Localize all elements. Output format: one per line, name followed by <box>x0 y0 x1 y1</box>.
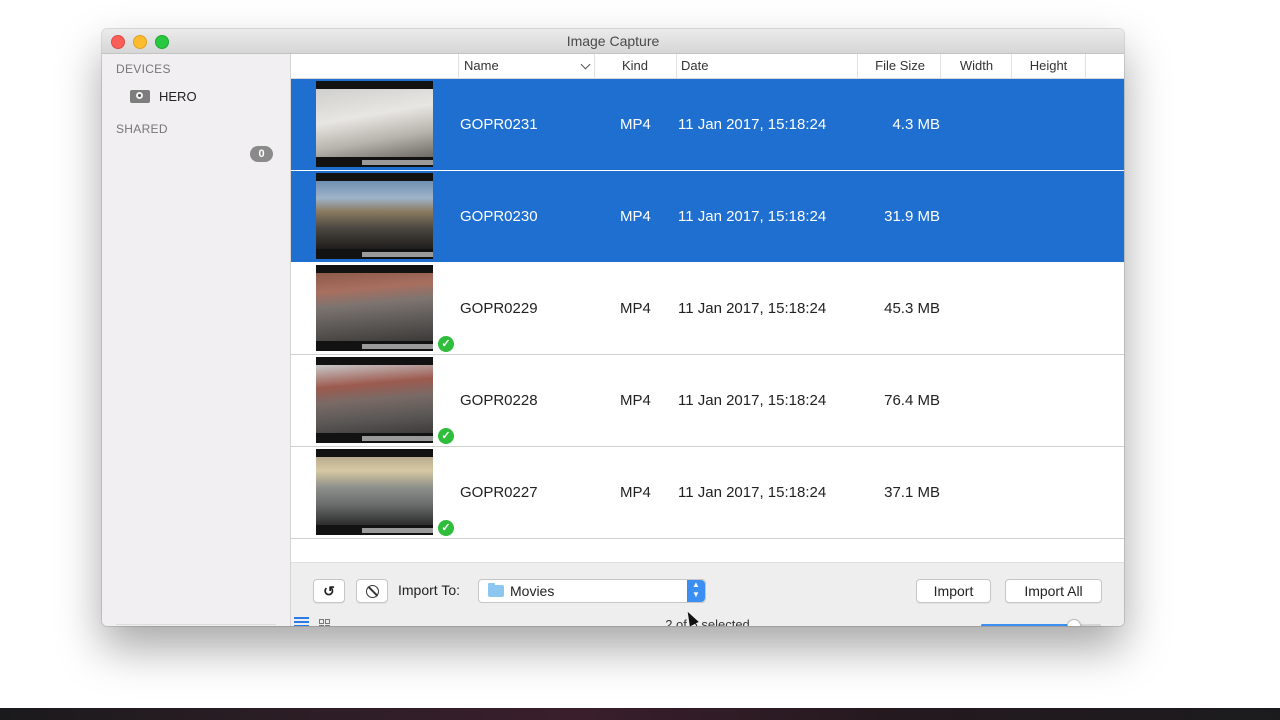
table-row[interactable]: ✓ GOPR0231 MP4 11 Jan 2017, 15:18:24 4.3… <box>291 79 1124 171</box>
column-height[interactable]: Height <box>1011 54 1086 78</box>
file-date: 11 Jan 2017, 15:18:24 <box>678 208 827 225</box>
delete-button[interactable] <box>356 579 388 603</box>
column-file-size-label: File Size <box>875 58 925 73</box>
sidebar-divider <box>116 624 276 625</box>
image-capture-window: Image Capture DEVICES HERO SHARED 0 Name… <box>102 29 1124 626</box>
column-name[interactable]: Name <box>458 54 595 78</box>
column-file-size[interactable]: File Size <box>857 54 941 78</box>
file-name: GOPR0230 <box>460 208 538 225</box>
file-browser: Name Kind Date File Size Width Height GO… <box>291 54 1124 626</box>
file-kind: MP4 <box>620 392 651 409</box>
imported-checkmark-icon: ✓ <box>438 336 454 352</box>
file-date: 11 Jan 2017, 15:18:24 <box>678 392 827 409</box>
file-date: 11 Jan 2017, 15:18:24 <box>678 116 827 133</box>
column-height-label: Height <box>1029 58 1068 73</box>
sidebar-item-label: HERO <box>159 88 197 104</box>
file-kind: MP4 <box>620 484 651 501</box>
sidebar: DEVICES HERO SHARED 0 <box>102 54 291 626</box>
imported-checkmark-icon: ✓ <box>438 428 454 444</box>
column-date[interactable]: Date <box>676 54 858 78</box>
video-thumbnail <box>316 357 433 443</box>
file-name: GOPR0228 <box>460 392 538 409</box>
table-row[interactable]: ✓ GOPR0228 MP4 11 Jan 2017, 15:18:24 76.… <box>291 355 1124 447</box>
rotate-icon: ↺ <box>323 583 335 599</box>
column-kind-label: Kind <box>622 58 649 73</box>
rotate-button[interactable]: ↺ <box>313 579 345 603</box>
column-header: Name Kind Date File Size Width Height <box>291 54 1124 79</box>
file-size: 45.3 MB <box>884 300 940 317</box>
import-button[interactable]: Import <box>916 579 991 603</box>
file-name: GOPR0227 <box>460 484 538 501</box>
column-width[interactable]: Width <box>940 54 1012 78</box>
file-size: 31.9 MB <box>884 208 940 225</box>
table-row[interactable]: ✓ GOPR0230 MP4 11 Jan 2017, 15:18:24 31.… <box>291 171 1124 263</box>
file-kind: MP4 <box>620 300 651 317</box>
imported-checkmark-icon: ✓ <box>438 520 454 536</box>
shared-count-badge: 0 <box>250 146 273 162</box>
folder-icon <box>488 583 504 597</box>
video-thumbnail <box>316 265 433 351</box>
table-row[interactable]: ✓ GOPR0229 MP4 11 Jan 2017, 15:18:24 45.… <box>291 263 1124 355</box>
delete-icon <box>365 585 379 598</box>
column-width-label: Width <box>959 58 994 73</box>
import-destination-value: Movies <box>510 583 555 599</box>
shared-heading: SHARED <box>116 122 168 136</box>
file-date: 11 Jan 2017, 15:18:24 <box>678 300 827 317</box>
column-date-label: Date <box>681 58 709 73</box>
window-title: Image Capture <box>566 33 660 49</box>
sidebar-item-hero[interactable]: HERO <box>130 87 197 105</box>
file-kind: MP4 <box>620 116 651 133</box>
video-thumbnail <box>316 173 433 259</box>
import-all-button[interactable]: Import All <box>1005 579 1102 603</box>
import-to-label: Import To: <box>398 582 460 598</box>
title-bar[interactable]: Image Capture <box>102 29 1124 54</box>
video-thumbnail <box>316 449 433 535</box>
file-size: 37.1 MB <box>884 484 940 501</box>
slider-fill <box>981 624 1074 626</box>
camera-icon <box>130 89 150 103</box>
table-row[interactable]: ✓ GOPR0227 MP4 11 Jan 2017, 15:18:24 37.… <box>291 447 1124 539</box>
file-name: GOPR0231 <box>460 116 538 133</box>
background-strip <box>0 708 1280 720</box>
file-date: 11 Jan 2017, 15:18:24 <box>678 484 827 501</box>
column-name-label: Name <box>464 58 499 73</box>
select-stepper-icon: ▲ ▼ <box>687 580 705 602</box>
file-size: 4.3 MB <box>892 116 940 133</box>
file-name: GOPR0229 <box>460 300 538 317</box>
import-toolbar: ↺ Import To: Movies ▲ ▼ Import Import All… <box>291 562 1124 626</box>
file-kind: MP4 <box>620 208 651 225</box>
thumbnail-size-slider[interactable] <box>981 619 1101 626</box>
import-destination-select[interactable]: Movies ▲ ▼ <box>478 579 706 603</box>
devices-heading: DEVICES <box>116 62 171 76</box>
file-size: 76.4 MB <box>884 392 940 409</box>
video-thumbnail <box>316 81 433 167</box>
column-kind[interactable]: Kind <box>594 54 677 78</box>
